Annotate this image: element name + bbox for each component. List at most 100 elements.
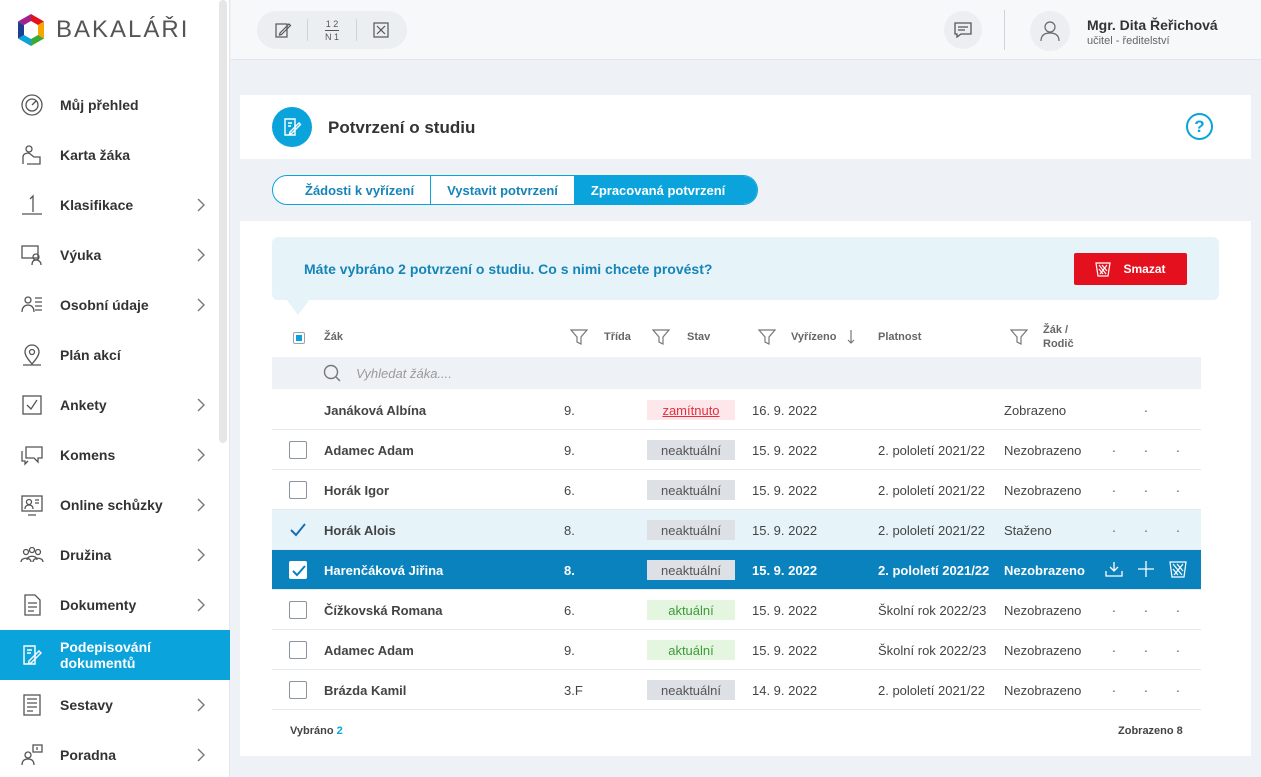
sidebar-item-label: Online schůzky [60, 497, 163, 513]
messages-button[interactable] [944, 11, 982, 49]
select-all-checkbox[interactable] [293, 332, 305, 344]
filter-state-icon[interactable] [652, 317, 670, 357]
row-student-name[interactable]: Brázda Kamil [324, 670, 406, 710]
row-action-dot[interactable]: · [1168, 430, 1188, 470]
row-action-dot[interactable]: · [1104, 510, 1124, 550]
sidebar-item[interactable]: Sestavy [0, 680, 230, 730]
row-action-dot[interactable]: · [1104, 630, 1124, 670]
user-name[interactable]: Mgr. Dita Řeřichová [1087, 17, 1218, 33]
sort-down-icon[interactable] [846, 317, 856, 357]
sidebar-item[interactable]: Plán akcí [0, 330, 230, 380]
table-row[interactable]: Horák Alois 8. 15. 9. 2022 2. pololetí 2021… [272, 510, 1201, 550]
table-row[interactable]: Brázda Kamil 3.F 14. 9. 2022 2. pololetí 20… [272, 670, 1201, 710]
status-badge: neaktuální [647, 440, 735, 460]
tab-issue-confirmation[interactable]: Vystavit potvrzení [431, 176, 575, 204]
row-student-name[interactable]: Horák Igor [324, 470, 389, 510]
sidebar-item[interactable]: Poradna [0, 730, 230, 777]
toolbar-group: 1 2 N 1 [257, 11, 407, 49]
sidebar-item[interactable]: Klasifikace [0, 180, 230, 230]
row-checkbox[interactable] [289, 561, 307, 579]
row-action-dot[interactable]: · [1136, 630, 1156, 670]
row-action-dot[interactable]: · [1136, 430, 1156, 470]
row-action-dot[interactable]: · [1168, 470, 1188, 510]
tab-requests[interactable]: Žádosti k vyřízení [273, 176, 432, 204]
row-checkbox[interactable] [289, 681, 307, 699]
sidebar-item[interactable]: Podepisování dokumentů [0, 630, 230, 680]
sidebar: BAKALÁŘI Můj přehled Karta žáka Klasifikac… [0, 0, 230, 777]
chevron-right-icon [194, 698, 208, 712]
close-box-button[interactable] [365, 14, 397, 46]
row-action-dot[interactable]: · [1136, 390, 1156, 430]
row-validity: 2. pololetí 2021/22 [878, 482, 985, 498]
sidebar-item-label: Ankety [60, 397, 107, 413]
row-student-name[interactable]: Horák Alois [324, 510, 396, 550]
tab-processed-confirmations[interactable]: Zpracovaná potvrzení [574, 176, 758, 204]
row-action-dot[interactable]: · [1104, 430, 1124, 470]
row-action-dot[interactable]: · [1168, 670, 1188, 710]
row-action-dot[interactable]: · [1168, 590, 1188, 630]
row-class: 6. [564, 482, 575, 498]
fraction-button[interactable]: 1 2 N 1 [316, 14, 348, 46]
sidebar-item[interactable]: Výuka [0, 230, 230, 280]
header-student[interactable]: Žák [324, 317, 343, 357]
table-row[interactable]: Adamec Adam 9. 15. 9. 2022 Školní rok 2022/… [272, 630, 1201, 670]
row-checkbox[interactable] [289, 521, 307, 539]
row-checkbox[interactable] [289, 481, 307, 499]
avatar[interactable] [1030, 11, 1070, 51]
row-checkbox[interactable] [289, 641, 307, 659]
sidebar-item[interactable]: Dokumenty [0, 580, 230, 630]
header-state[interactable]: Stav [687, 317, 710, 357]
sidebar-item[interactable]: Můj přehled [0, 80, 230, 130]
status-badge[interactable]: zamítnuto [647, 400, 735, 420]
row-action-dot[interactable]: · [1168, 630, 1188, 670]
row-student-name[interactable]: Čížkovská Romana [324, 590, 443, 630]
sidebar-item[interactable]: Komens [0, 430, 230, 480]
help-button[interactable]: ? [1186, 113, 1213, 140]
row-action-dot[interactable]: · [1136, 670, 1156, 710]
row-action-dot[interactable]: · [1104, 670, 1124, 710]
row-student-name[interactable]: Adamec Adam [324, 430, 414, 470]
edit-button[interactable] [267, 14, 299, 46]
table-row[interactable]: Harenčáková Jiřina 8. 15. 9. 2022 2. polole… [272, 550, 1201, 590]
row-student-name[interactable]: Adamec Adam [324, 630, 414, 670]
trash-button[interactable] [1168, 550, 1188, 590]
table-row[interactable]: Adamec Adam 9. 15. 9. 2022 2. pololetí 2021… [272, 430, 1201, 470]
row-action-dot[interactable]: · [1136, 510, 1156, 550]
row-validity: 2. pololetí 2021/22 [878, 442, 985, 458]
chevron-right-icon [194, 448, 208, 462]
filter-seen-icon[interactable] [1010, 317, 1028, 357]
table-row[interactable]: Janáková Albína 9. 16. 9. 2022 Zobrazeno zam… [272, 390, 1201, 430]
search-input[interactable] [356, 363, 756, 383]
row-checkbox[interactable] [289, 601, 307, 619]
header-validity[interactable]: Platnost [878, 317, 921, 357]
row-seen-status: Nezobrazeno [1004, 562, 1085, 578]
download-button[interactable] [1104, 550, 1124, 590]
sidebar-item[interactable]: Družina [0, 530, 230, 580]
filter-class-icon[interactable] [570, 317, 588, 357]
header-class[interactable]: Třída [604, 317, 631, 357]
row-student-name[interactable]: Janáková Albína [324, 390, 426, 430]
sidebar-item[interactable]: Osobní údaje [0, 280, 230, 330]
logo[interactable]: BAKALÁŘI [16, 12, 189, 48]
row-action-dot[interactable]: · [1104, 590, 1124, 630]
chevron-right-icon [194, 598, 208, 612]
row-action-dot[interactable]: · [1168, 510, 1188, 550]
row-action-dot[interactable]: · [1136, 470, 1156, 510]
table-row[interactable]: Čížkovská Romana 6. 15. 9. 2022 Školní rok … [272, 590, 1201, 630]
row-resolved-date: 15. 9. 2022 [752, 562, 818, 578]
counseling-icon [20, 743, 44, 767]
header-resolved[interactable]: Vyřízeno [791, 317, 836, 357]
plus-button[interactable] [1136, 550, 1156, 590]
table-row[interactable]: Horák Igor 6. 15. 9. 2022 2. pololetí 2021/… [272, 470, 1201, 510]
delete-label: Smazat [1123, 262, 1166, 276]
sidebar-item[interactable]: Ankety [0, 380, 230, 430]
delete-button[interactable]: Smazat [1074, 253, 1187, 285]
row-action-dot[interactable]: · [1136, 590, 1156, 630]
row-student-name[interactable]: Harenčáková Jiřina [324, 550, 443, 590]
sidebar-item[interactable]: Online schůzky [0, 480, 230, 530]
row-action-dot[interactable]: · [1104, 470, 1124, 510]
header-student-parent[interactable]: Žák / Rodič [1043, 317, 1074, 357]
sidebar-item[interactable]: Karta žáka [0, 130, 230, 180]
filter-resolved-icon[interactable] [758, 317, 776, 357]
row-checkbox[interactable] [289, 441, 307, 459]
